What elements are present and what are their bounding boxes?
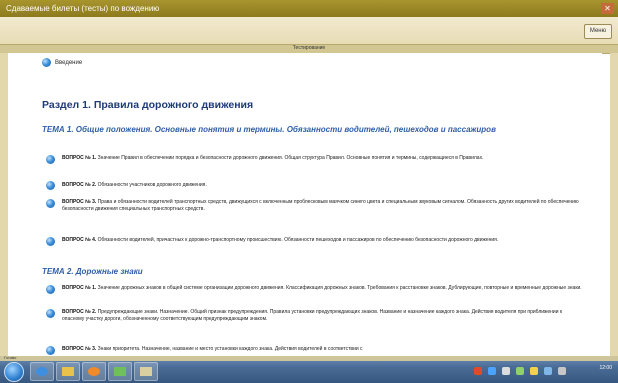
battery-icon[interactable] xyxy=(516,367,524,375)
question-text: Значение дорожных знаков в общей системе… xyxy=(97,285,582,291)
status-text: Готово xyxy=(4,355,17,360)
question-text: Значение Правил в обеспечении порядка и … xyxy=(97,155,484,161)
intro-link[interactable]: Введение xyxy=(55,59,82,67)
question-label: ВОПРОС № 3. xyxy=(62,199,97,205)
window-titlebar: Сдаваемые билеты (тесты) по вождению ✕ xyxy=(0,0,618,17)
menu-button[interactable]: Меню xyxy=(584,24,612,39)
question-bullet-icon xyxy=(46,285,55,294)
taskbar-media-icon[interactable] xyxy=(82,362,106,381)
topic-1-question-3[interactable]: ВОПРОС № 3. Права и обязанности водителе… xyxy=(62,199,584,212)
system-tray: 12:00 xyxy=(434,363,614,379)
topic-2-question-3[interactable]: ВОПРОС № 3. Знаки приоритета. Назначение… xyxy=(62,346,584,353)
question-bullet-icon xyxy=(46,309,55,318)
question-text: Обязанности водителей, причастных к доро… xyxy=(97,237,499,243)
flag-icon[interactable] xyxy=(474,367,482,375)
topic-1-title: ТЕМА 1. Общие положения. Основные поняти… xyxy=(42,125,496,134)
question-bullet-icon xyxy=(46,155,55,164)
section-title: Раздел 1. Правила дорожного движения xyxy=(42,99,254,111)
question-bullet-icon xyxy=(46,346,55,355)
progress-strip-label: Тестирование xyxy=(292,45,326,51)
taskbar-folder-icon[interactable] xyxy=(56,362,80,381)
topic-1-question-4[interactable]: ВОПРОС № 4. Обязанности водителей, прича… xyxy=(62,237,584,244)
question-label: ВОПРОС № 3. xyxy=(62,346,97,352)
topic-2-question-2[interactable]: ВОПРОС № 2. Предупреждающие знаки. Назна… xyxy=(62,309,584,322)
frame-right xyxy=(610,53,618,356)
question-label: ВОПРОС № 4. xyxy=(62,237,97,243)
content-area: Введение Раздел 1. Правила дорожного дви… xyxy=(8,53,602,356)
close-icon[interactable]: ✕ xyxy=(601,3,614,14)
language-icon[interactable] xyxy=(544,367,552,375)
question-text: Права и обязанности водителей транспортн… xyxy=(62,199,579,212)
topic-2-title: ТЕМА 2. Дорожные знаки xyxy=(42,267,143,276)
taskbar-ie-icon[interactable] xyxy=(30,362,54,381)
status-bar: Готово xyxy=(0,355,618,361)
question-label: ВОПРОС № 2. xyxy=(62,309,97,315)
notification-icon[interactable] xyxy=(530,367,538,375)
question-label: ВОПРОС № 1. xyxy=(62,285,97,291)
question-text: Предупреждающие знаки. Назначение. Общий… xyxy=(62,309,563,322)
question-label: ВОПРОС № 2. xyxy=(62,182,97,188)
window-title: Сдаваемые билеты (тесты) по вождению xyxy=(6,4,160,13)
frame-left xyxy=(0,53,8,356)
start-button[interactable] xyxy=(4,362,24,382)
topic-1-question-2[interactable]: ВОПРОС № 2. Обязанности участников дорож… xyxy=(62,182,584,189)
question-label: ВОПРОС № 1. xyxy=(62,155,97,161)
taskbar-app-icon[interactable] xyxy=(108,362,132,381)
question-bullet-icon xyxy=(46,199,55,208)
toolbar: Меню xyxy=(0,17,618,44)
volume-icon[interactable] xyxy=(502,367,510,375)
intro-bullet-icon xyxy=(42,58,51,67)
question-bullet-icon xyxy=(46,181,55,190)
settings-icon[interactable] xyxy=(558,367,566,375)
question-text: Обязанности участников дорожного движени… xyxy=(97,182,207,188)
taskbar-window-icon[interactable] xyxy=(134,362,158,381)
taskbar-clock[interactable]: 12:00 xyxy=(599,365,612,371)
question-text: Знаки приоритета. Назначение, название и… xyxy=(97,346,363,352)
topic-1-question-1[interactable]: ВОПРОС № 1. Значение Правил в обеспечени… xyxy=(62,155,584,162)
topic-2-question-1[interactable]: ВОПРОС № 1. Значение дорожных знаков в о… xyxy=(62,285,584,292)
question-bullet-icon xyxy=(46,237,55,246)
network-icon[interactable] xyxy=(488,367,496,375)
